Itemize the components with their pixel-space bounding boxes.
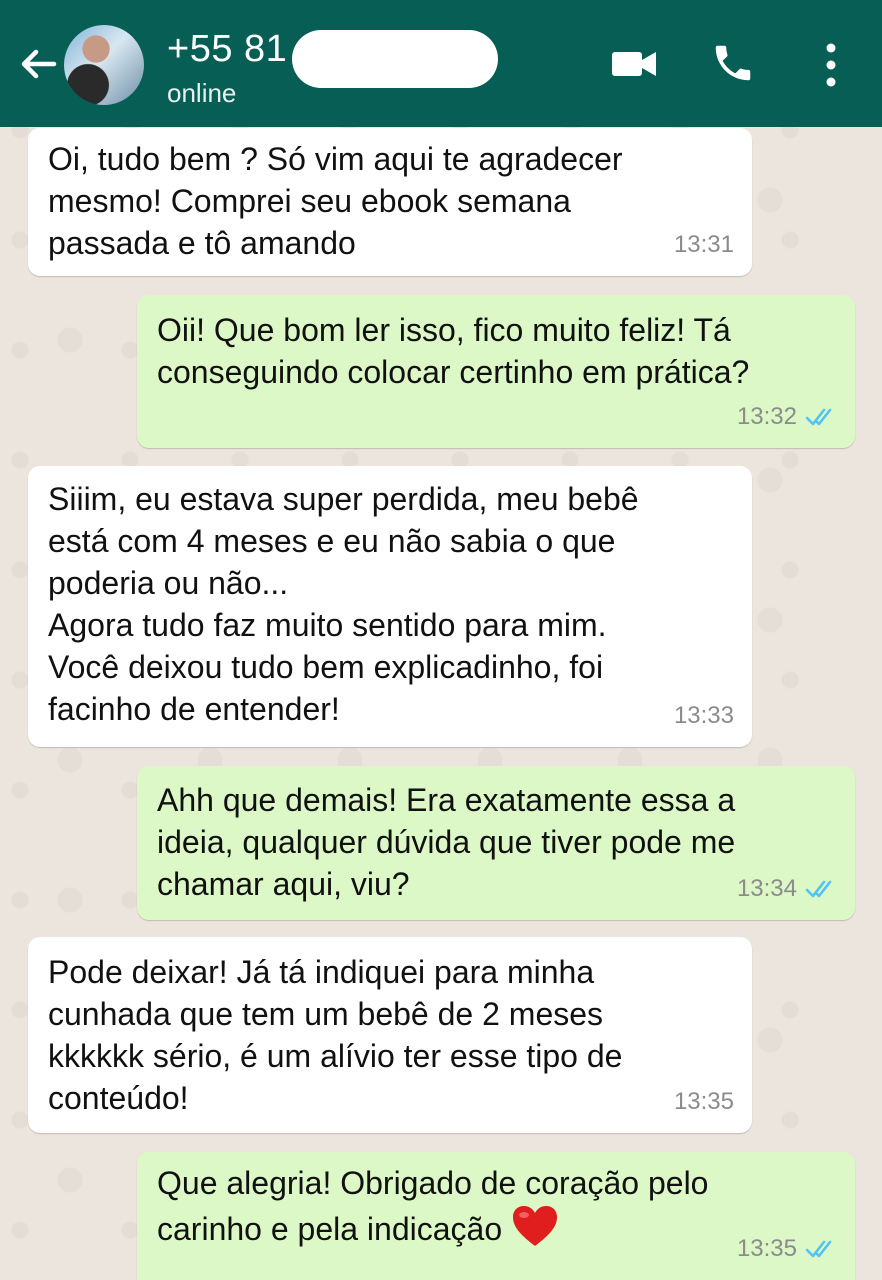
double-check-icon	[805, 880, 832, 898]
message-meta: 13:33	[674, 695, 734, 737]
redaction-mark	[292, 30, 498, 88]
message-meta: 13:34	[737, 868, 837, 910]
contact-avatar[interactable]	[64, 25, 144, 105]
message-time: 13:35	[673, 1088, 734, 1115]
message-text: Oi, tudo bem ? Só vim aqui te agradecer …	[48, 141, 623, 261]
message-meta: 13:35	[674, 1081, 734, 1123]
message-time: 13:33	[673, 702, 734, 729]
message-meta: 13:32	[737, 396, 837, 438]
message-meta: 13:31	[674, 224, 734, 266]
red-heart-icon	[513, 1206, 558, 1246]
video-call-icon[interactable]	[610, 40, 658, 88]
contact-name[interactable]: +55 81	[167, 28, 287, 71]
message-time: 13:34	[736, 875, 797, 902]
message-text: Siiim, eu estava super perdida, meu bebê…	[48, 481, 639, 727]
contact-status: online	[167, 78, 237, 108]
message-bubble-incoming[interactable]: Oi, tudo bem ? Só vim aqui te agradecer …	[28, 128, 752, 276]
phone-call-icon[interactable]	[710, 40, 756, 86]
message-meta: 13:35	[737, 1228, 837, 1270]
message-bubble-incoming[interactable]: Siiim, eu estava super perdida, meu bebê…	[28, 466, 752, 747]
message-bubble-outgoing[interactable]: Ahh que demais! Era exatamente essa a id…	[137, 766, 855, 920]
message-bubble-incoming[interactable]: Pode deixar! Já tá indiquei para minha c…	[28, 937, 752, 1133]
message-time: 13:31	[673, 231, 734, 258]
message-text: Oii! Que bom ler isso, fico muito feliz!…	[157, 312, 750, 390]
double-check-icon	[805, 1240, 832, 1258]
arrow-left-icon[interactable]	[16, 42, 60, 86]
message-time: 13:32	[736, 403, 797, 430]
message-text: Que alegria! Obrigado de coração pelo ca…	[157, 1165, 709, 1247]
chat-header: +55 81 online	[0, 0, 882, 127]
double-check-icon	[805, 408, 832, 426]
more-vertical-icon[interactable]	[816, 40, 846, 90]
message-bubble-outgoing[interactable]: Oii! Que bom ler isso, fico muito feliz!…	[137, 295, 855, 448]
message-text: Ahh que demais! Era exatamente essa a id…	[157, 782, 736, 902]
message-text: Pode deixar! Já tá indiquei para minha c…	[48, 954, 623, 1116]
message-bubble-outgoing[interactable]: Que alegria! Obrigado de coração pelo ca…	[137, 1152, 855, 1280]
message-time: 13:35	[736, 1235, 797, 1262]
